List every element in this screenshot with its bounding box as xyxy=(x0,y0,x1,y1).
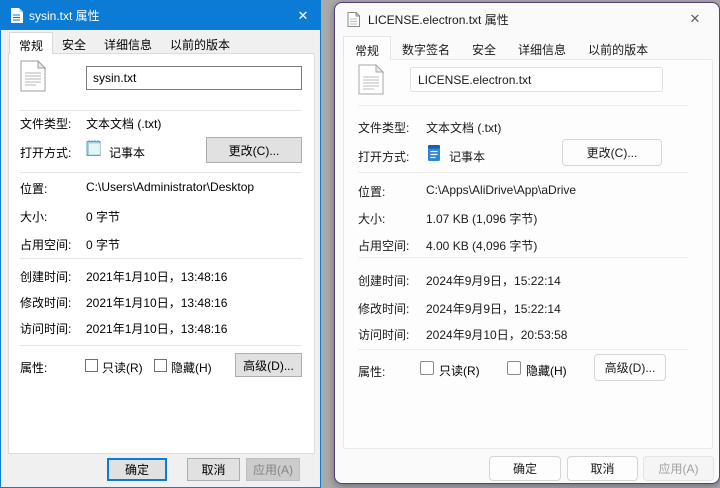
hidden-label: 隐藏(H) xyxy=(171,361,212,375)
location-label: 位置: xyxy=(358,185,386,199)
readonly-label: 只读(R) xyxy=(439,364,480,378)
close-icon[interactable]: ✕ xyxy=(286,1,320,30)
modified-value: 2021年1月10日，13:48:16 xyxy=(86,296,228,310)
size-on-disk-label: 占用空间: xyxy=(358,239,410,253)
text-file-icon xyxy=(347,11,360,27)
size-label: 大小: xyxy=(358,212,386,226)
readonly-label: 只读(R) xyxy=(102,361,143,375)
file-type-label: 文件类型: xyxy=(20,117,72,131)
document-icon xyxy=(358,63,385,98)
attributes-label: 属性: xyxy=(20,361,48,375)
modified-value: 2024年9月9日，15:22:14 xyxy=(426,302,561,316)
separator xyxy=(358,257,688,258)
size-on-disk-value: 0 字节 xyxy=(86,238,121,252)
created-label: 创建时间: xyxy=(358,274,410,288)
left-titlebar[interactable]: sysin.txt 属性 ✕ xyxy=(1,1,320,30)
notepad-icon xyxy=(426,144,442,165)
attributes-label: 属性: xyxy=(358,365,386,379)
tab-general[interactable]: 常规 xyxy=(343,36,392,60)
ok-button[interactable]: 确定 xyxy=(107,458,167,481)
accessed-value: 2024年9月10日，20:53:58 xyxy=(426,328,568,342)
cancel-button[interactable]: 取消 xyxy=(567,456,638,481)
size-value: 1.07 KB (1,096 字节) xyxy=(426,212,538,226)
separator xyxy=(20,172,302,173)
created-label: 创建时间: xyxy=(20,270,72,284)
size-label: 大小: xyxy=(20,210,48,224)
change-button[interactable]: 更改(C)... xyxy=(562,139,662,166)
open-with-label: 打开方式: xyxy=(358,150,410,164)
file-type-value: 文本文档 (.txt) xyxy=(86,117,162,131)
modified-label: 修改时间: xyxy=(358,302,410,316)
cancel-button[interactable]: 取消 xyxy=(187,458,240,481)
document-icon xyxy=(20,59,47,95)
size-on-disk-value: 4.00 KB (4,096 字节) xyxy=(426,239,538,253)
apply-button[interactable]: 应用(A) xyxy=(643,456,714,481)
window-title: sysin.txt 属性 xyxy=(29,9,100,23)
modified-label: 修改时间: xyxy=(20,296,72,310)
apply-button[interactable]: 应用(A) xyxy=(246,458,300,481)
hidden-checkbox[interactable] xyxy=(154,359,167,372)
created-value: 2024年9月9日，15:22:14 xyxy=(426,274,561,288)
general-tab-page: 文件类型: 文本文档 (.txt) 打开方式: 记事本 更改(C)... 位置:… xyxy=(8,53,315,454)
accessed-value: 2021年1月10日，13:48:16 xyxy=(86,322,228,336)
location-value: C:\Apps\AliDrive\App\aDrive xyxy=(426,183,577,197)
right-titlebar[interactable]: LICENSE.electron.txt 属性 ✕ xyxy=(335,3,719,35)
separator xyxy=(358,349,688,350)
ok-button[interactable]: 确定 xyxy=(489,456,561,481)
change-button[interactable]: 更改(C)... xyxy=(206,137,302,163)
filename-input[interactable] xyxy=(86,66,302,90)
open-with-value: 记事本 xyxy=(449,150,486,164)
location-label: 位置: xyxy=(20,182,48,196)
filename-input[interactable] xyxy=(410,67,663,92)
open-with-value: 记事本 xyxy=(109,146,146,160)
tab-general[interactable]: 常规 xyxy=(9,32,54,54)
size-on-disk-label: 占用空间: xyxy=(20,238,72,252)
separator xyxy=(20,345,302,346)
file-type-value: 文本文档 (.txt) xyxy=(426,121,502,135)
notepad-icon xyxy=(86,139,103,160)
separator xyxy=(358,172,688,173)
close-icon[interactable]: ✕ xyxy=(677,3,713,35)
readonly-checkbox[interactable] xyxy=(85,359,98,372)
window-title: LICENSE.electron.txt 属性 xyxy=(368,12,509,27)
hidden-label: 隐藏(H) xyxy=(526,364,567,378)
separator xyxy=(20,110,302,111)
properties-dialog-license: LICENSE.electron.txt 属性 ✕ 常规 数字签名 安全 详细信… xyxy=(334,2,720,484)
size-value: 0 字节 xyxy=(86,210,121,224)
advanced-button[interactable]: 高级(D)... xyxy=(235,353,302,377)
open-with-label: 打开方式: xyxy=(20,146,72,160)
separator xyxy=(20,258,302,259)
separator xyxy=(358,105,688,106)
readonly-checkbox[interactable] xyxy=(420,361,434,375)
text-file-icon xyxy=(10,8,23,23)
properties-dialog-sysin: sysin.txt 属性 ✕ 常规 安全 详细信息 以前的版本 文件类型: 文本… xyxy=(0,0,321,488)
file-type-label: 文件类型: xyxy=(358,121,410,135)
location-value: C:\Users\Administrator\Desktop xyxy=(86,180,255,194)
accessed-label: 访问时间: xyxy=(358,328,410,342)
created-value: 2021年1月10日，13:48:16 xyxy=(86,270,228,284)
general-tab-page: 文件类型: 文本文档 (.txt) 打开方式: 记事本 更改(C)... 位置:… xyxy=(343,59,713,449)
advanced-button[interactable]: 高级(D)... xyxy=(594,354,666,381)
hidden-checkbox[interactable] xyxy=(507,361,521,375)
accessed-label: 访问时间: xyxy=(20,322,72,336)
